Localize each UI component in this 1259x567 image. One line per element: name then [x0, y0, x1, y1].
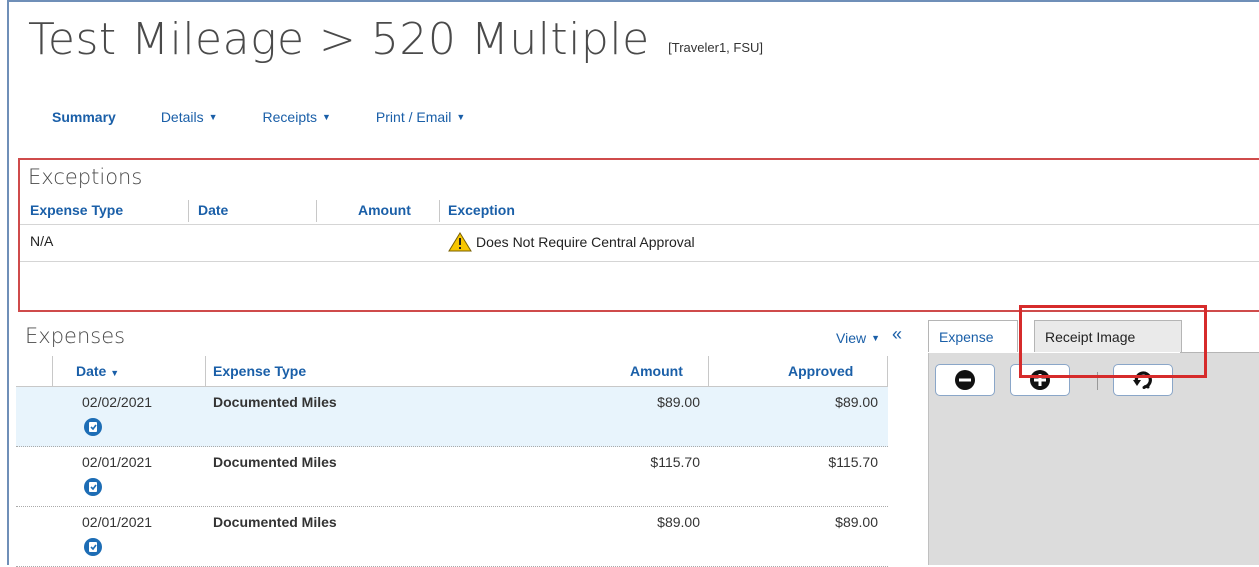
exception-expense-type: N/A — [30, 233, 54, 249]
expense-amount: $89.00 — [657, 514, 700, 530]
tab-expense[interactable]: Expense — [928, 320, 1018, 352]
expense-type: Documented Miles — [213, 454, 337, 470]
page-title: Test Mileage > 520 Multiple [Traveler1, … — [28, 10, 763, 80]
view-menu-button[interactable]: View ▼ — [836, 330, 880, 346]
report-subtitle: [Traveler1, FSU] — [668, 40, 764, 55]
col-approved[interactable]: Approved — [788, 363, 853, 379]
rotate-button[interactable] — [1113, 364, 1173, 396]
toolbar-separator — [1097, 372, 1098, 390]
expense-amount: $89.00 — [657, 394, 700, 410]
col-amount[interactable]: Amount — [358, 202, 411, 218]
menu-details[interactable]: Details ▼ — [161, 109, 218, 125]
chevron-down-icon: ▼ — [456, 112, 466, 122]
exceptions-title: Exceptions — [28, 165, 143, 189]
expense-amount: $115.70 — [650, 454, 700, 470]
exception-message: Does Not Require Central Approval — [448, 232, 695, 252]
receipt-attached-icon[interactable] — [83, 537, 103, 557]
col-expense-type[interactable]: Expense Type — [30, 202, 123, 218]
exception-row[interactable]: N/A Does Not Require Central Approval — [20, 227, 1259, 262]
expense-row[interactable]: 02/01/2021 Documented Miles $115.70 $115… — [16, 447, 888, 507]
expense-approved: $89.00 — [835, 514, 878, 530]
expense-type: Documented Miles — [213, 394, 337, 410]
col-expense-type[interactable]: Expense Type — [213, 363, 306, 379]
exceptions-header: Expense Type Date Amount Exception — [20, 200, 1259, 225]
expense-date: 02/01/2021 — [82, 454, 153, 470]
collapse-panel-icon[interactable]: « — [892, 324, 902, 345]
expense-approved: $89.00 — [835, 394, 878, 410]
expense-row[interactable]: 02/02/2021 Documented Miles $89.00 $89.0… — [16, 387, 888, 447]
col-date[interactable]: Date — [198, 202, 228, 218]
zoom-out-icon — [955, 370, 975, 390]
col-date-sort[interactable]: Date ▼ — [76, 363, 119, 379]
expense-approved: $115.70 — [828, 454, 878, 470]
expenses-title: Expenses — [25, 324, 126, 348]
expenses-header: Date ▼ Expense Type Amount Approved — [16, 356, 888, 387]
zoom-in-button[interactable] — [1010, 364, 1070, 396]
sort-desc-icon: ▼ — [110, 368, 120, 378]
exceptions-panel: Exceptions Expense Type Date Amount Exce… — [18, 158, 1259, 312]
tab-divider — [1180, 352, 1259, 353]
menu-receipts[interactable]: Receipts ▼ — [263, 109, 331, 125]
report-menu: Summary Details ▼ Receipts ▼ Print / Email… — [52, 109, 510, 125]
warning-icon — [448, 232, 472, 252]
expense-date: 02/01/2021 — [82, 514, 153, 530]
expense-date: 02/02/2021 — [82, 394, 153, 410]
menu-summary[interactable]: Summary — [52, 109, 116, 125]
expense-type: Documented Miles — [213, 514, 337, 530]
col-amount[interactable]: Amount — [630, 363, 683, 379]
tab-receipt-image[interactable]: Receipt Image — [1034, 320, 1182, 352]
chevron-down-icon: ▼ — [322, 112, 331, 122]
zoom-in-icon — [1030, 370, 1050, 390]
zoom-out-button[interactable] — [935, 364, 995, 396]
col-exception[interactable]: Exception — [448, 202, 515, 218]
chevron-down-icon: ▼ — [208, 112, 218, 122]
receipt-attached-icon[interactable] — [83, 477, 103, 497]
receipt-attached-icon[interactable] — [83, 417, 103, 437]
rotate-icon — [1133, 371, 1152, 389]
report-title: Test Mileage > 520 Multiple — [28, 14, 650, 65]
menu-print-email[interactable]: Print / Email ▼ — [376, 109, 465, 125]
chevron-down-icon: ▼ — [871, 333, 881, 343]
expense-row[interactable]: 02/01/2021 Documented Miles $89.00 $89.0… — [16, 507, 888, 567]
